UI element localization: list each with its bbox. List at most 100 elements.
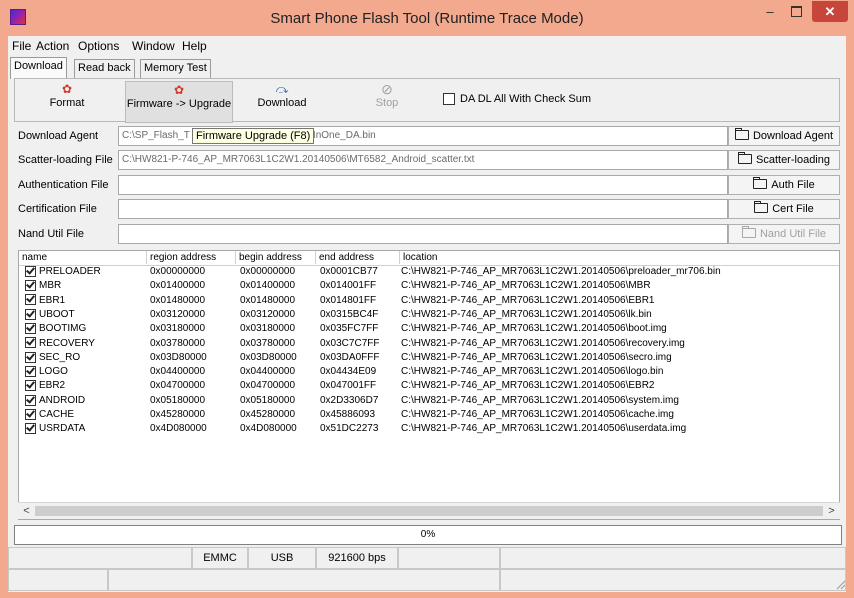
- begin-address: 0x04400000: [240, 365, 295, 379]
- table-row[interactable]: BOOTIMG 0x03180000 0x03180000 0x035FC7FF C:\…: [19, 322, 839, 336]
- menu-action[interactable]: Action: [36, 39, 69, 53]
- column-header-region[interactable]: region address: [147, 251, 236, 264]
- begin-address: 0x03120000: [240, 308, 295, 322]
- checksum-checkbox[interactable]: DA DL All With Check Sum: [443, 93, 591, 106]
- column-header-name[interactable]: name: [19, 251, 147, 264]
- begin-address: 0x45280000: [240, 408, 295, 422]
- begin-address-text: 0x03180000: [240, 323, 296, 335]
- begin-address: 0x03D80000: [240, 351, 297, 365]
- end-address-text: 0x0315BC4F: [320, 308, 379, 320]
- begin-address: 0x00000000: [240, 265, 295, 279]
- end-address: 0x035FC7FF: [320, 322, 378, 336]
- tab-memory-test[interactable]: Memory Test: [140, 59, 211, 78]
- table-row[interactable]: CACHE 0x45280000 0x45280000 0x45886093 C:\HW…: [19, 408, 839, 422]
- partition-checkbox[interactable]: [25, 365, 36, 377]
- partition-checkbox[interactable]: [25, 394, 36, 406]
- partition-checkbox[interactable]: [25, 280, 36, 292]
- begin-address: 0x01400000: [240, 279, 295, 293]
- menu-help[interactable]: Help: [182, 39, 207, 53]
- scrollbar-thumb[interactable]: [35, 506, 823, 516]
- window-frame-left: [0, 36, 8, 598]
- column-header-end[interactable]: end address: [316, 251, 400, 264]
- end-address-text: 0x2D3306D7: [320, 394, 379, 406]
- download-agent-button[interactable]: Download Agent: [728, 126, 840, 146]
- table-row[interactable]: EBR1 0x01480000 0x01480000 0x014801FF C:\HW8…: [19, 294, 839, 308]
- progress-bar: 0%: [14, 525, 842, 545]
- table-row[interactable]: SEC_RO 0x03D80000 0x03D80000 0x03DA0FFF C:\H…: [19, 351, 839, 365]
- region-address-text: 0x03D80000: [150, 351, 207, 363]
- column-header-location[interactable]: location: [400, 251, 839, 264]
- menu-bar: File Action Options Window Help: [8, 36, 846, 56]
- auth-file-button[interactable]: Auth File: [728, 175, 840, 195]
- end-address-text: 0x45886093: [320, 409, 376, 420]
- tab-download[interactable]: Download: [10, 57, 67, 79]
- location-text: C:\HW821-P-746_AP_MR7063L1C2W1.20140506\…: [401, 380, 655, 392]
- region-address: 0x03D80000: [150, 351, 207, 365]
- partition-name-text: SEC_RO: [39, 351, 81, 363]
- resize-grip-icon[interactable]: [836, 580, 846, 590]
- column-header-begin[interactable]: begin address: [236, 251, 316, 264]
- status-cell-empty-1: [8, 547, 192, 569]
- format-button[interactable]: ✿ Format: [37, 81, 97, 121]
- download-button[interactable]: ⤼ Download: [249, 81, 315, 121]
- app-icon[interactable]: [10, 9, 26, 25]
- menu-options[interactable]: Options: [78, 39, 119, 53]
- partition-checkbox[interactable]: [25, 351, 36, 363]
- scatter-button-label: Scatter-loading: [756, 154, 830, 166]
- region-address: 0x01480000: [150, 294, 205, 308]
- stop-button[interactable]: ⊘ Stop: [369, 81, 405, 121]
- table-row[interactable]: USRDATA 0x4D080000 0x4D080000 0x51DC2273 C:\…: [19, 422, 839, 436]
- checksum-checkbox-box[interactable]: [443, 93, 455, 106]
- nand-util-file-button[interactable]: Nand Util File: [728, 224, 840, 244]
- cert-field[interactable]: [118, 199, 728, 219]
- location: C:\HW821-P-746_AP_MR7063L1C2W1.20140506\…: [401, 279, 651, 293]
- partition-name: USRDATA: [25, 422, 85, 436]
- end-address: 0x014001FF: [320, 279, 376, 293]
- partition-checkbox[interactable]: [25, 294, 36, 306]
- status-cell-empty-5: [108, 569, 500, 591]
- partition-checkbox[interactable]: [25, 265, 36, 277]
- table-row[interactable]: ANDROID 0x05180000 0x05180000 0x2D3306D7 C:\…: [19, 394, 839, 408]
- region-address: 0x45280000: [150, 408, 205, 422]
- table-row[interactable]: RECOVERY 0x03780000 0x03780000 0x03C7C7FF C:…: [19, 337, 839, 351]
- scroll-right-icon[interactable]: >: [823, 503, 840, 520]
- partition-name-text: USRDATA: [39, 423, 86, 435]
- progress-text: 0%: [420, 529, 436, 540]
- auth-field[interactable]: [118, 175, 728, 195]
- scroll-left-icon[interactable]: <: [18, 503, 35, 520]
- nand-field[interactable]: [118, 224, 728, 244]
- horizontal-scrollbar[interactable]: < >: [18, 502, 840, 519]
- end-address-text: 0x047001FF: [320, 380, 377, 392]
- firmware-upgrade-button[interactable]: ✿ Firmware -> Upgrade: [125, 81, 233, 123]
- status-connection: USB: [248, 547, 316, 569]
- menu-file[interactable]: File: [12, 39, 31, 53]
- scatter-loading-button[interactable]: Scatter-loading: [728, 150, 840, 170]
- partition-checkbox[interactable]: [25, 423, 36, 435]
- download-icon: ⤼: [275, 82, 289, 96]
- partition-checkbox[interactable]: [25, 323, 36, 335]
- cert-file-button[interactable]: Cert File: [728, 199, 840, 219]
- region-address: 0x03180000: [150, 322, 205, 336]
- table-row[interactable]: UBOOT 0x03120000 0x03120000 0x0315BC4F C:\HW…: [19, 308, 839, 322]
- table-row[interactable]: PRELOADER 0x00000000 0x00000000 0x0001CB77 C…: [19, 265, 839, 279]
- status-baud: 921600 bps: [316, 547, 398, 569]
- partition-name-text: ANDROID: [39, 394, 86, 406]
- partition-checkbox[interactable]: [25, 408, 36, 420]
- location: C:\HW821-P-746_AP_MR7063L1C2W1.20140506\…: [401, 422, 686, 436]
- auth-button-label: Auth File: [771, 179, 815, 191]
- partition-checkbox[interactable]: [25, 308, 36, 320]
- table-row[interactable]: MBR 0x01400000 0x01400000 0x014001FF C:\HW82…: [19, 279, 839, 293]
- minimize-button[interactable]: –: [757, 1, 783, 22]
- maximize-button[interactable]: [783, 1, 810, 22]
- close-button[interactable]: ✕: [812, 1, 848, 22]
- partition-name: SEC_RO: [25, 351, 80, 365]
- table-row[interactable]: EBR2 0x04700000 0x04700000 0x047001FF C:\HW8…: [19, 379, 839, 393]
- table-row[interactable]: LOGO 0x04400000 0x04400000 0x04434E09 C:\HW8…: [19, 365, 839, 379]
- menu-window[interactable]: Window: [132, 39, 175, 53]
- partition-name: CACHE: [25, 408, 74, 422]
- tab-read-back[interactable]: Read back: [74, 59, 135, 78]
- begin-address-text: 0x05180000: [240, 394, 296, 406]
- scatter-field[interactable]: C:\HW821-P-746_AP_MR7063L1C2W1.20140506\…: [118, 150, 728, 170]
- partition-checkbox[interactable]: [25, 337, 36, 349]
- partition-checkbox[interactable]: [25, 380, 36, 392]
